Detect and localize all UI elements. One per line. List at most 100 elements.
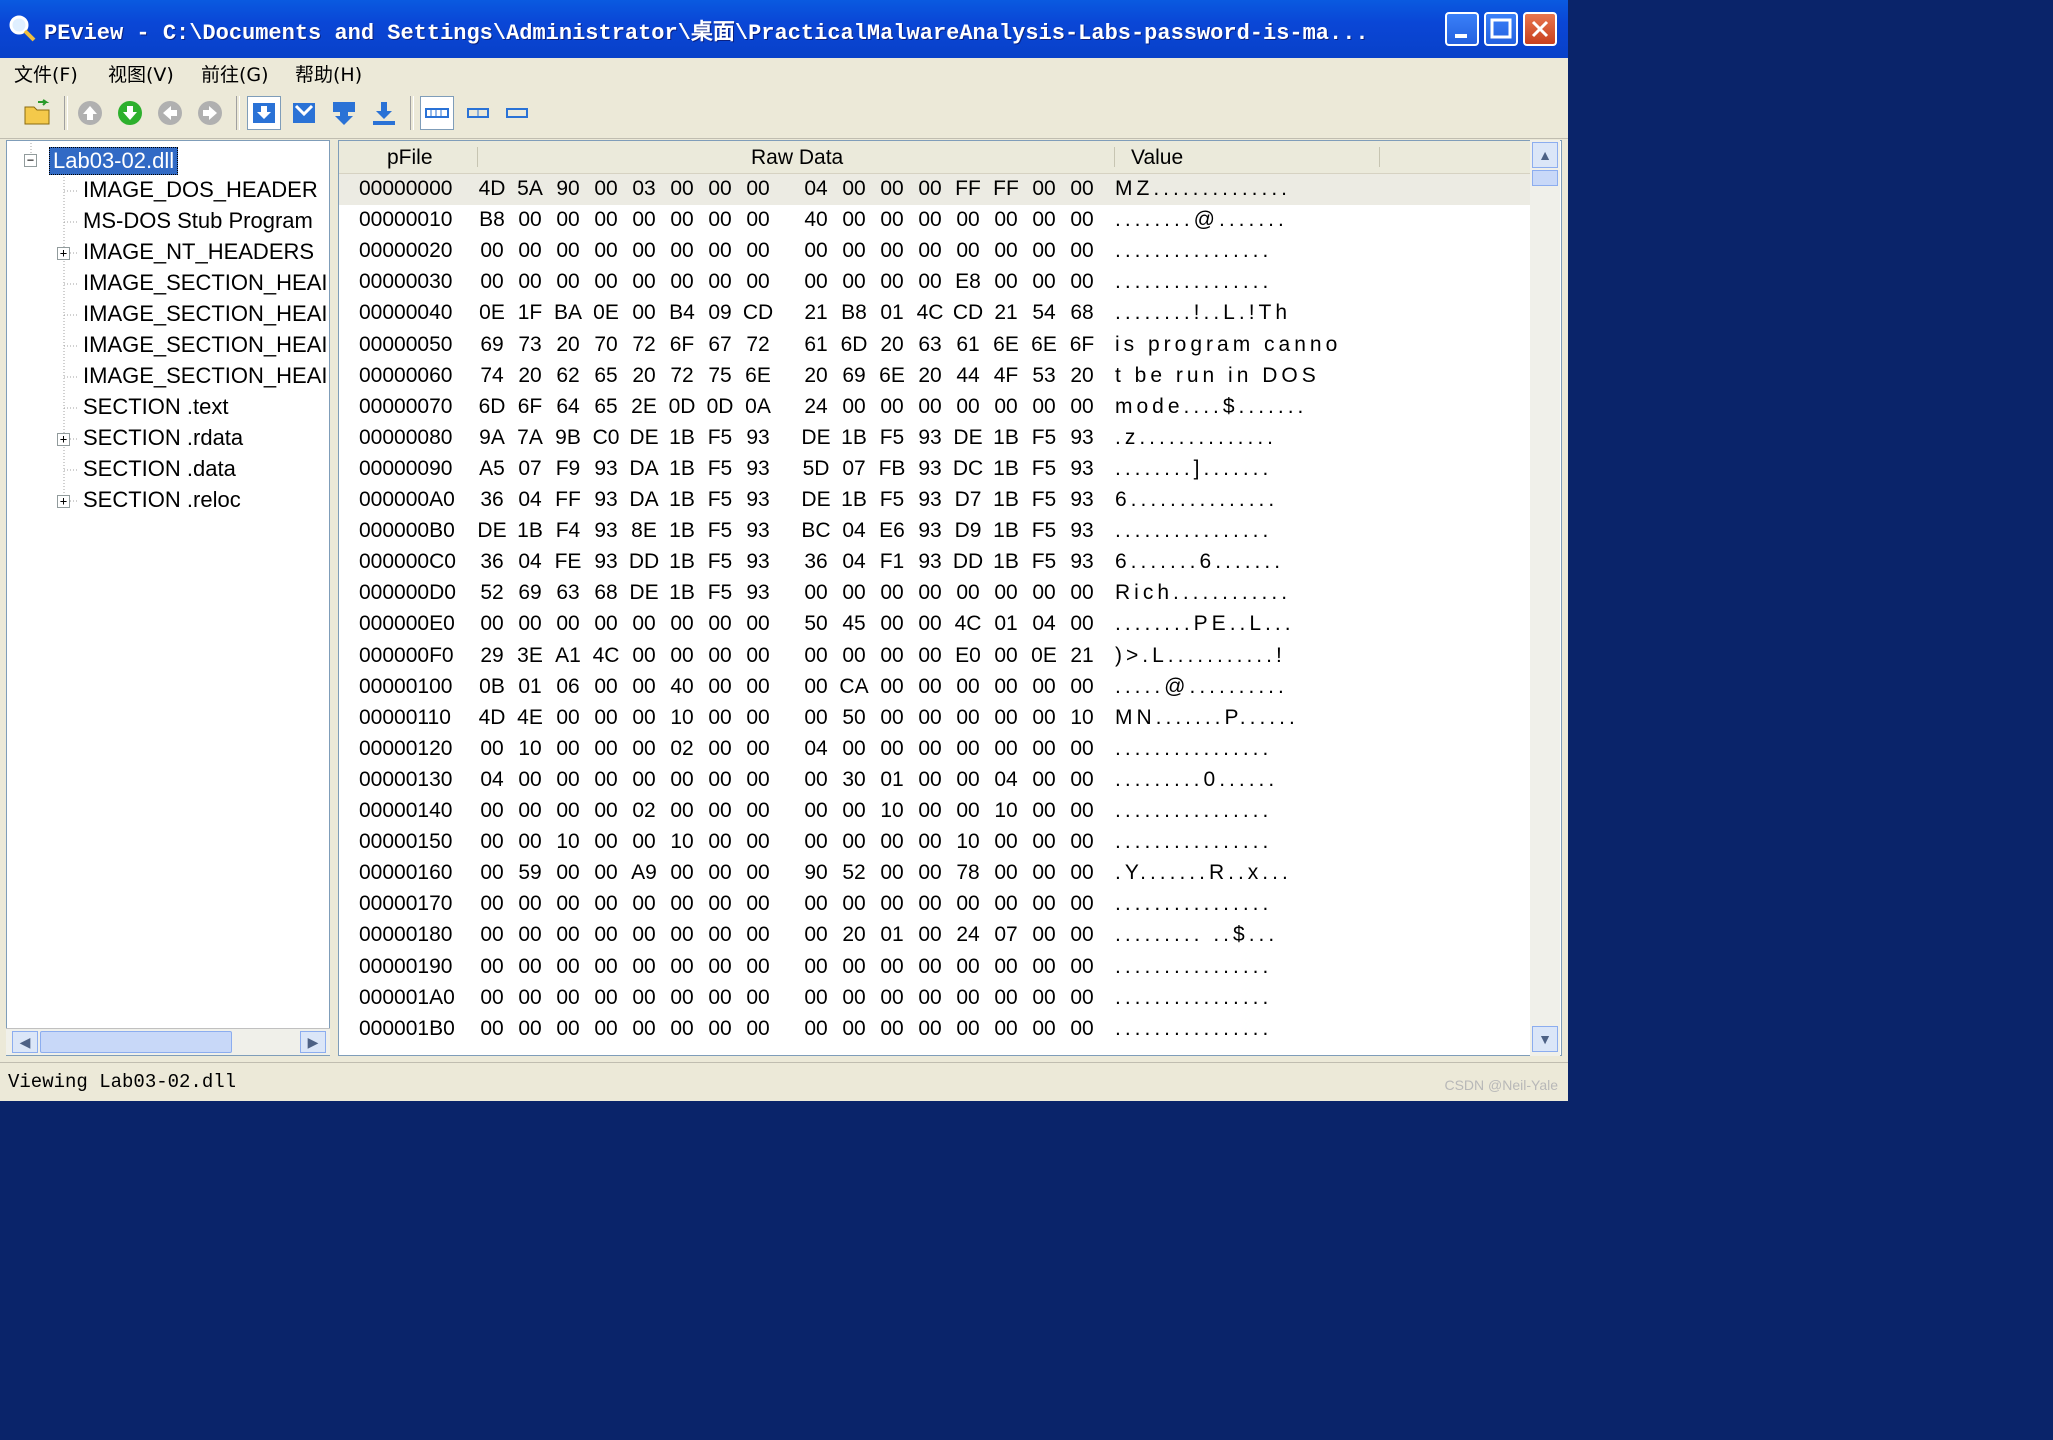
hex-byte: 10 — [880, 799, 904, 822]
maximize-button[interactable] — [1484, 12, 1518, 46]
hex-row[interactable]: 00000180 00 00 00 00 00 00 00 00 00 20 01 00 24 07 00 00… — [339, 920, 1535, 951]
hex-row[interactable]: 00000100 0B 01 06 00 00 40 00 00 00 CA 00 00 00 00 00 00… — [339, 672, 1535, 703]
hex-byte: 00 — [556, 208, 580, 232]
hex-row[interactable]: 00000050 69 73 20 70 72 6F 67 72 61 6D 20 63 61 6E 6E 6F… — [339, 330, 1535, 361]
hex-row[interactable]: 00000040 0E 1F BA 0E 00 B4 09 CD 21 B8 01 4C CD 21 54 68… — [339, 298, 1535, 329]
minimal-view-button[interactable] — [500, 96, 534, 130]
scroll-thumb[interactable] — [40, 1031, 232, 1053]
forward-button[interactable] — [193, 96, 227, 130]
hex-byte: 00 — [880, 892, 904, 916]
hex-byte: 00 — [804, 705, 828, 729]
hex-row[interactable]: 00000160 00 59 00 00 A9 00 00 00 90 52 00 00 78 00 00 00… — [339, 858, 1535, 889]
wide-view-button[interactable] — [420, 96, 454, 130]
hex-byte: F9 — [555, 456, 581, 480]
ascii-value: ................ — [1115, 270, 1273, 294]
hex-byte: 00 — [518, 954, 542, 978]
menu-file[interactable]: 文件(F) — [14, 60, 78, 87]
hex-byte: 00 — [1032, 208, 1056, 232]
back-button[interactable] — [153, 96, 187, 130]
hex-byte: 00 — [880, 736, 904, 760]
structure-tree[interactable]: − Lab03-02.dll IMAGE_DOS_HEADER MS-DOS S… — [6, 140, 330, 1056]
hex-row[interactable]: 000000D0 52 69 63 68 DE 1B F5 93 00 00 00 00 00 00 00 00… — [339, 578, 1535, 609]
title-bar[interactable]: PEview - C:\Documents and Settings\Admin… — [0, 0, 1568, 58]
hex-byte: 00 — [480, 1016, 504, 1040]
close-button[interactable] — [1523, 12, 1557, 46]
menu-help[interactable]: 帮助(H) — [295, 60, 362, 87]
open-button[interactable] — [20, 96, 54, 130]
scroll-right-button[interactable]: ▶ — [300, 1031, 326, 1053]
scroll-thumb[interactable] — [1532, 170, 1558, 186]
hex-row[interactable]: 00000030 00 00 00 00 00 00 00 00 00 00 00 00 E8 00 00 00… — [339, 267, 1535, 298]
hex-byte: 00 — [880, 861, 904, 885]
scroll-left-button[interactable]: ◀ — [12, 1031, 38, 1053]
view-dword-button[interactable] — [327, 96, 361, 130]
hex-row[interactable]: 00000120 00 10 00 00 00 02 00 00 04 00 00 00 00 00 00 00… — [339, 734, 1535, 765]
hex-row[interactable]: 00000190 00 00 00 00 00 00 00 00 00 00 00 00 00 00 00 00… — [339, 952, 1535, 983]
view-byte-button[interactable] — [247, 96, 281, 130]
hex-row[interactable]: 00000130 04 00 00 00 00 00 00 00 00 30 01 00 00 04 00 00… — [339, 765, 1535, 796]
hex-byte: 00 — [594, 985, 618, 1009]
column-divider[interactable] — [1114, 147, 1115, 167]
column-value[interactable]: Value — [1131, 146, 1183, 170]
hex-row[interactable]: 000000C0 36 04 FE 93 DD 1B F5 93 36 04 F1 93 DD 1B F5 93… — [339, 547, 1535, 578]
hex-row[interactable]: 000000B0 DE 1B F4 93 8E 1B F5 93 BC 04 E6 93 D9 1B F5 93… — [339, 516, 1535, 547]
narrow-view-button[interactable] — [461, 96, 495, 130]
hex-row[interactable]: 00000070 6D 6F 64 65 2E 0D 0D 0A 24 00 00 00 00 00 00 00… — [339, 392, 1535, 423]
hex-row[interactable]: 00000170 00 00 00 00 00 00 00 00 00 00 00 00 00 00 00 00… — [339, 889, 1535, 920]
column-raw-data[interactable]: Raw Data — [751, 146, 843, 170]
hex-byte: 00 — [918, 1016, 942, 1040]
row-offset: 00000000 — [359, 177, 453, 200]
expand-icon[interactable]: + — [57, 495, 70, 508]
hex-row[interactable]: 00000060 74 20 62 65 20 72 75 6E 20 69 6E 20 44 4F 53 20… — [339, 361, 1535, 392]
hex-byte: F5 — [1031, 488, 1057, 511]
up-button[interactable] — [73, 96, 107, 130]
scroll-down-button[interactable]: ▼ — [1532, 1026, 1558, 1052]
minimize-button[interactable] — [1445, 12, 1479, 46]
scroll-up-button[interactable]: ▲ — [1532, 142, 1558, 168]
hex-byte: 72 — [670, 363, 694, 387]
view-word-button[interactable] — [287, 96, 321, 130]
hex-row[interactable]: 000000F0 29 3E A1 4C 00 00 00 00 00 00 00 00 E0 00 0E 21… — [339, 641, 1535, 672]
menu-go[interactable]: 前往(G) — [201, 60, 269, 87]
hex-byte: DE — [629, 581, 659, 605]
collapse-icon[interactable]: − — [24, 154, 37, 167]
hex-view[interactable]: pFile Raw Data Value 00000000 4D 5A 90 00 03 0… — [338, 140, 1562, 1056]
column-pfile[interactable]: pFile — [387, 146, 433, 170]
hex-byte: 00 — [594, 239, 618, 263]
hex-byte: 00 — [480, 799, 504, 822]
hex-row[interactable]: 000000A0 36 04 FF 93 DA 1B F5 93 DE 1B F5 93 D7 1B F5 93… — [339, 485, 1535, 516]
hex-byte: 93 — [1070, 456, 1094, 480]
hex-row[interactable]: 00000140 00 00 00 00 02 00 00 00 00 00 10 00 00 10 00 00… — [339, 796, 1535, 827]
hex-byte: 1B — [841, 425, 867, 449]
hex-byte: 00 — [956, 799, 980, 822]
hex-byte: 1B — [669, 581, 695, 605]
hex-byte: 00 — [1032, 270, 1056, 294]
view-qword-button[interactable] — [367, 96, 401, 130]
down-button[interactable] — [113, 96, 147, 130]
menu-view[interactable]: 视图(V) — [108, 60, 174, 87]
hex-row[interactable]: 00000110 4D 4E 00 00 00 10 00 00 00 50 00 00 00 00 00 10… — [339, 703, 1535, 734]
ascii-value: ................ — [1115, 892, 1273, 916]
hex-byte: 4E — [517, 705, 543, 729]
hex-row[interactable]: 00000080 9A 7A 9B C0 DE 1B F5 93 DE 1B F5 93 DE 1B F5 93… — [339, 423, 1535, 454]
tree-horizontal-scrollbar[interactable]: ◀ ▶ — [6, 1028, 330, 1055]
expand-icon[interactable]: + — [57, 433, 70, 446]
hex-byte: 00 — [880, 394, 904, 418]
hex-row[interactable]: 00000020 00 00 00 00 00 00 00 00 00 00 00 00 00 00 00 00… — [339, 236, 1535, 267]
ascii-value: ........!..L.!Th — [1115, 301, 1292, 325]
hex-byte: DE — [953, 425, 983, 449]
hex-row[interactable]: 000001B0 00 00 00 00 00 00 00 00 00 00 00 00 00 00 00 00… — [339, 1014, 1535, 1045]
hex-row[interactable]: 00000000 4D 5A 90 00 03 00 00 00 04 00 00 00 FF FF 00 00… — [339, 174, 1535, 205]
column-divider[interactable] — [477, 147, 478, 167]
hex-row[interactable]: 00000010 B8 00 00 00 00 00 00 00 40 00 00 00 00 00 00 00… — [339, 205, 1535, 236]
expand-icon[interactable]: + — [57, 247, 70, 260]
hex-byte: 00 — [918, 581, 942, 605]
hex-row[interactable]: 00000150 00 00 10 00 00 10 00 00 00 00 00 00 10 00 00 00… — [339, 827, 1535, 858]
column-divider[interactable] — [1379, 147, 1380, 167]
hex-row[interactable]: 000000E0 00 00 00 00 00 00 00 00 50 45 00 00 4C 01 04 00… — [339, 609, 1535, 640]
hex-byte: 00 — [956, 674, 980, 698]
hex-row[interactable]: 00000090 A5 07 F9 93 DA 1B F5 93 5D 07 FB 93 DC 1B F5 93… — [339, 454, 1535, 485]
hex-vertical-scrollbar[interactable]: ▲ ▼ — [1530, 140, 1560, 1056]
hex-byte: 00 — [1070, 394, 1094, 418]
hex-row[interactable]: 000001A0 00 00 00 00 00 00 00 00 00 00 00 00 00 00 00 00… — [339, 983, 1535, 1014]
